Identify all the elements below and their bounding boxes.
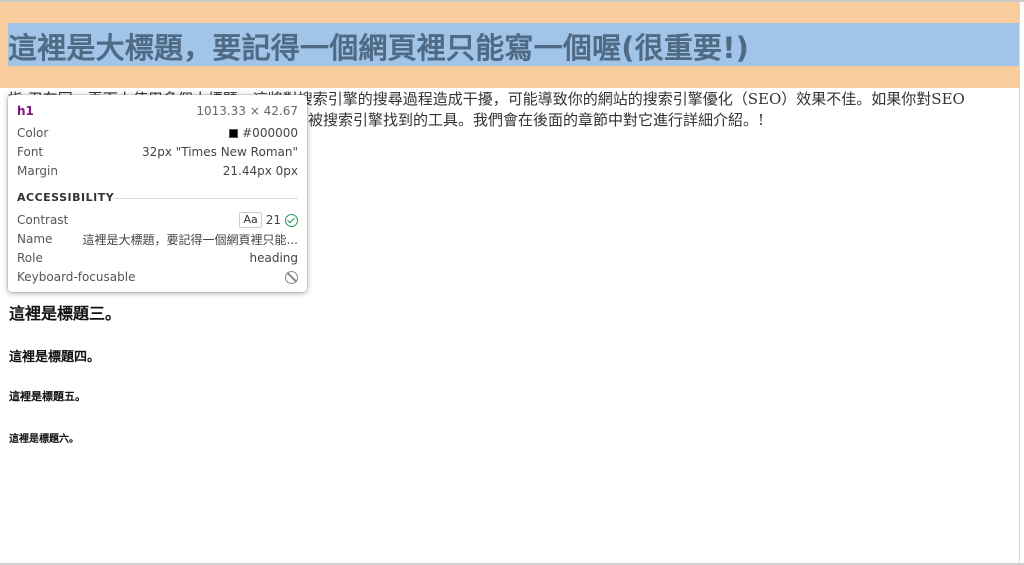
role-label: Role [17,251,43,265]
contrast-row: Contrast Aa 21 [17,211,298,229]
tooltip-header: h1 1013.33 × 42.67 [17,102,298,120]
page-main-heading: 這裡是大標題，要記得一個網頁裡只能寫一個喔(很重要!) [8,31,750,65]
h1-margin-highlight-top [0,2,1020,23]
inspector-tooltip: h1 1013.33 × 42.67 Color #000000 Font 32… [8,95,307,292]
section-divider [113,198,298,199]
accessibility-section-title: ACCESSIBILITY [17,191,115,204]
margin-row: Margin 21.44px 0px [17,162,298,180]
contrast-ratio: 21 [265,213,281,227]
keyboard-focusable-label: Keyboard-focusable [17,270,136,284]
contrast-value-wrap: Aa 21 [239,212,298,228]
element-dimensions: 1013.33 × 42.67 [196,104,298,118]
heading-three: 這裡是標題三。 [9,304,122,323]
name-row: Name 這裡是大標題，要記得一個網頁裡只能... [17,230,298,248]
browser-scrollbar-edge[interactable] [1019,0,1020,565]
margin-label: Margin [17,164,58,178]
font-row: Font 32px "Times New Roman" [17,143,298,161]
contrast-label: Contrast [17,213,69,227]
h1-margin-highlight-bottom [0,66,1020,88]
check-circle-icon [285,213,298,227]
color-label: Color [17,126,49,140]
contrast-aa-sample: Aa [239,212,262,228]
heading-six: 這裡是標題六。 [9,434,79,445]
color-row: Color #000000 [17,124,298,142]
heading-five: 這裡是標題五。 [9,390,86,403]
h1-margin-highlight-left [0,23,8,66]
color-value-wrap: #000000 [229,126,298,140]
role-value: heading [249,251,298,265]
font-value: 32px "Times New Roman" [141,145,298,159]
role-row: Role heading [17,249,298,267]
color-value: #000000 [242,126,298,140]
heading-four: 這裡是標題四。 [9,350,101,365]
accessible-name-value: 這裡是大標題，要記得一個網頁裡只能... [82,232,298,247]
element-tag: h1 [17,104,34,118]
not-allowed-icon [285,270,298,284]
color-swatch-icon [229,128,239,138]
name-label: Name [17,232,53,246]
font-label: Font [17,145,44,159]
margin-value: 21.44px 0px [222,164,298,178]
keyboard-focusable-row: Keyboard-focusable [17,268,298,286]
